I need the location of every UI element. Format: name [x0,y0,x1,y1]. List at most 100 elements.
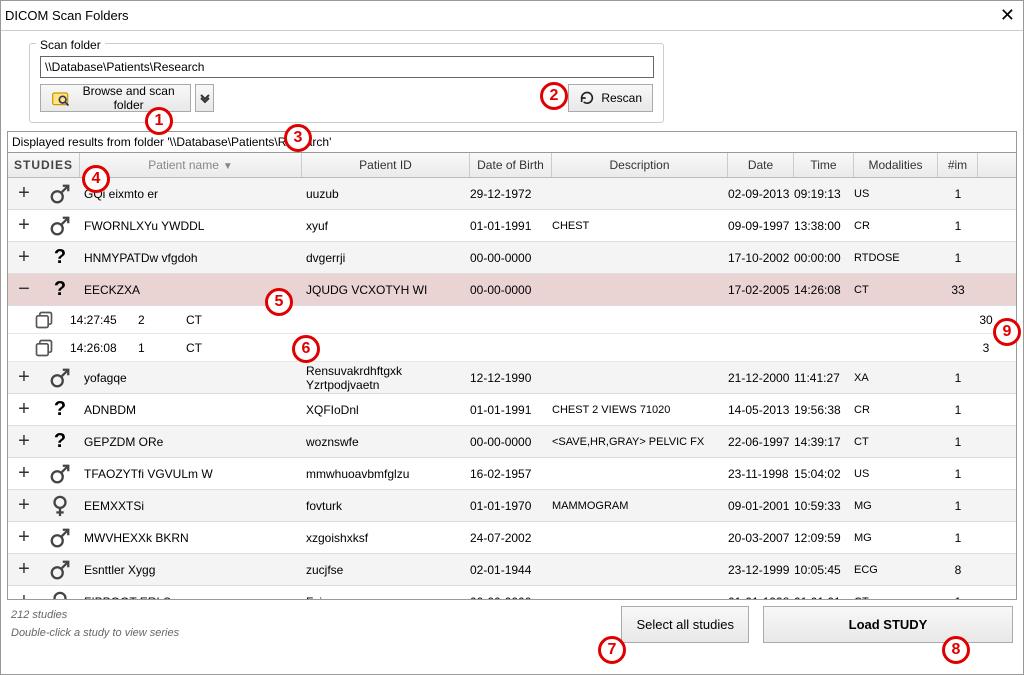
browse-scan-label: Browse and scan folder [77,84,180,112]
cell-patient-name: HNMYPATDw vfgdoh [80,251,302,265]
col-header-modalities[interactable]: Modalities [854,153,938,177]
expand-icon[interactable]: + [8,526,40,549]
cell-time: 09:19:13 [794,187,854,201]
browse-dropdown-button[interactable] [195,84,214,112]
cell-dob: 16-02-1957 [470,467,552,481]
cell-patient-name: EEMXXTSi [80,499,302,513]
col-header-studies[interactable]: STUDIES [8,153,80,177]
col-header-time[interactable]: Time [794,153,854,177]
expand-icon[interactable]: + [8,246,40,269]
expand-icon[interactable]: + [8,214,40,237]
cell-modality: CT [854,284,938,296]
gender-icon: ? [40,278,80,301]
expand-icon[interactable]: + [8,494,40,517]
cell-dob: 01-01-1991 [470,219,552,233]
expand-icon[interactable]: + [8,182,40,205]
series-row[interactable]: 14:26:081CT3 [8,334,1016,362]
expand-icon[interactable]: + [8,590,40,600]
cell-patient-name: MWVHEXXk BKRN [80,531,302,545]
cell-time: 14:39:17 [794,435,854,449]
cell-dob: 01-01-1970 [470,499,552,513]
expand-icon[interactable]: + [8,558,40,581]
col-header-dob[interactable]: Date of Birth [470,153,552,177]
expand-icon[interactable]: + [8,366,40,389]
series-row[interactable]: 14:27:452CT30 [8,306,1016,334]
cell-modality: MG [854,500,938,512]
cell-image-count: 1 [938,595,978,601]
close-icon[interactable]: ✕ [1000,5,1015,26]
cell-modality: CT [854,596,938,601]
cell-time: 12:09:59 [794,531,854,545]
study-row[interactable]: +?GEPZDM ORewoznswfe00-00-0000<SAVE,HR,G… [8,426,1016,458]
study-row[interactable]: +Esnttler Xyggzucjfse02-01-194423-12-199… [8,554,1016,586]
study-row[interactable]: −?EECKZXAJQUDG VCXOTYH WI00-00-000017-02… [8,274,1016,306]
series-modality: CT [186,341,246,355]
cell-patient-id: xyuf [302,219,470,233]
cell-dob: 24-07-2002 [470,531,552,545]
col-header-image-count[interactable]: #im [938,153,978,177]
cell-image-count: 1 [938,187,978,201]
col-header-patient-id[interactable]: Patient ID [302,153,470,177]
select-all-studies-button[interactable]: Select all studies [621,606,749,643]
cell-date: 23-12-1999 [728,563,794,577]
cell-patient-id: woznswfe [302,435,470,449]
hint-label: Double-click a study to view series [11,625,179,643]
study-row[interactable]: +MWVHEXXk BKRNxzgoishxksf24-07-200220-03… [8,522,1016,554]
cell-modality: CR [854,220,938,232]
cell-time: 00:00:00 [794,251,854,265]
series-stack-icon [8,310,62,330]
cell-patient-id: uuzub [302,187,470,201]
expand-icon[interactable]: + [8,430,40,453]
cell-dob: 29-12-1972 [470,187,552,201]
cell-date: 22-06-1997 [728,435,794,449]
cell-time: 14:26:08 [794,283,854,297]
cell-time: 15:04:02 [794,467,854,481]
scan-folder-panel: Scan folder Browse and scan folder Resca… [29,43,664,123]
cell-patient-id: dvgerrji [302,251,470,265]
rescan-button[interactable]: Rescan [568,84,653,112]
cell-patient-name: TFAOZYTfi VGVULm W [80,467,302,481]
study-row[interactable]: +FWORNLXYu YWDDLxyuf01-01-1991CHEST09-09… [8,210,1016,242]
cell-patient-id: zucjfse [302,563,470,577]
col-header-description[interactable]: Description [552,153,728,177]
study-row[interactable]: +?HNMYPATDw vfgdohdvgerrji00-00-000017-1… [8,242,1016,274]
col-header-date[interactable]: Date [728,153,794,177]
study-row[interactable]: +FIPPOGT ERLSFsiox00-00-000001-01-199801… [8,586,1016,600]
browse-scan-button[interactable]: Browse and scan folder [40,84,191,112]
folder-path-input[interactable] [40,56,654,78]
expand-icon[interactable]: + [8,398,40,421]
study-row[interactable]: +GQi eixmto eruuzub29-12-197202-09-20130… [8,178,1016,210]
load-study-button[interactable]: Load STUDY [763,606,1013,643]
cell-modality: RTDOSE [854,252,938,264]
study-row[interactable]: +?ADNBDMXQFIoDnl01-01-1991CHEST 2 VIEWS … [8,394,1016,426]
study-row[interactable]: +TFAOZYTfi VGVULm Wmmwhuoavbmfglzu16-02-… [8,458,1016,490]
titlebar: DICOM Scan Folders ✕ [1,1,1023,31]
cell-modality: ECG [854,564,938,576]
cell-dob: 00-00-0000 [470,595,552,601]
col-header-patient-name[interactable]: Patient name▼ [80,153,302,177]
cell-patient-id: fovturk [302,499,470,513]
cell-image-count: 1 [938,251,978,265]
cell-patient-id: JQUDG VCXOTYH WI [302,283,470,297]
cell-modality: CR [854,404,938,416]
cell-patient-name: FIPPOGT ERLS [80,595,302,601]
study-row[interactable]: +EEMXXTSifovturk01-01-1970MAMMOGRAM09-01… [8,490,1016,522]
gender-icon [40,183,80,205]
cell-patient-id: XQFIoDnl [302,403,470,417]
expand-icon[interactable]: + [8,462,40,485]
study-count-label: 212 studies [11,607,179,625]
collapse-icon[interactable]: − [8,278,40,301]
cell-patient-id: Fsiox [302,595,470,601]
cell-dob: 02-01-1944 [470,563,552,577]
gender-icon: ? [40,398,80,421]
cell-time: 13:38:00 [794,219,854,233]
cell-date: 01-01-1998 [728,595,794,601]
cell-dob: 00-00-0000 [470,435,552,449]
studies-grid[interactable]: STUDIES Patient name▼ Patient ID Date of… [7,152,1017,600]
series-number: 2 [138,313,186,327]
study-row[interactable]: +yofagqeRensuvakrdhftgxk Yzrtpodjvaetn12… [8,362,1016,394]
cell-date: 17-02-2005 [728,283,794,297]
cell-image-count: 33 [938,283,978,297]
chevron-down-icon [199,92,211,104]
footer-bar: 212 studies Double-click a study to view… [1,600,1023,649]
